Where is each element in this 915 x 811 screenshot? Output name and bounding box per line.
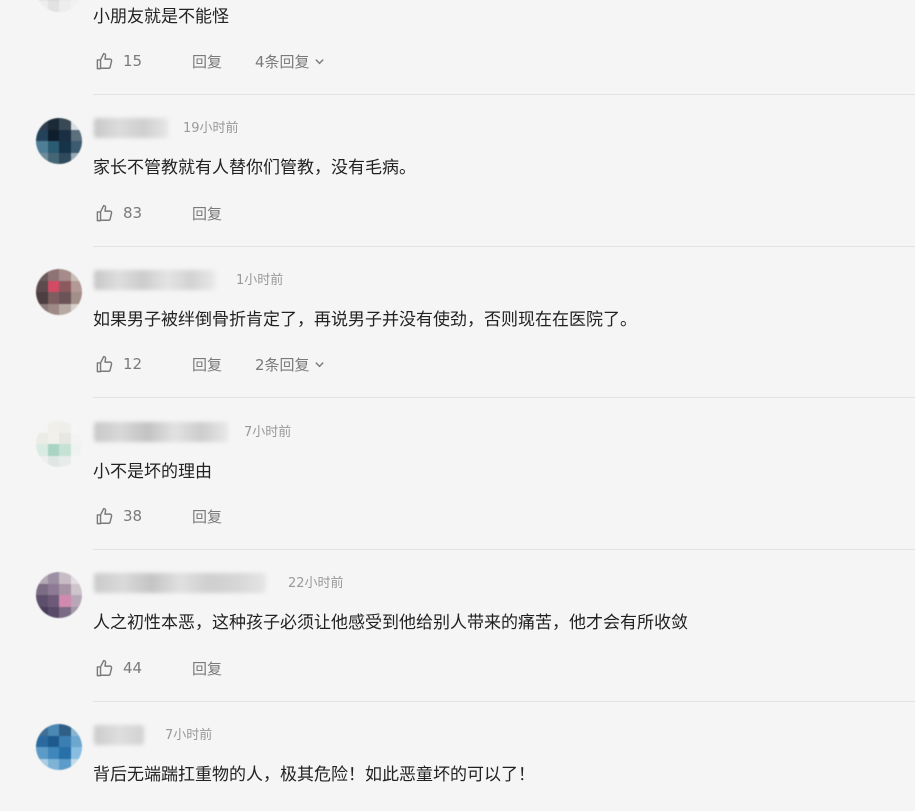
comment-list: 小朋友就是不能怪 15 回复 4条回复 19小时前 家长不管教就有人替你们管教，… xyxy=(0,0,915,811)
like-button[interactable]: 44 xyxy=(95,659,142,678)
like-count: 44 xyxy=(123,659,143,677)
avatar[interactable] xyxy=(36,118,82,164)
comment-time: 1小时前 xyxy=(236,273,284,288)
avatar[interactable] xyxy=(36,572,82,618)
chevron-down-icon xyxy=(314,58,324,64)
like-count: 38 xyxy=(123,507,143,525)
comment-text: 背后无端踹扛重物的人，极其危险！如此恶童坏的可以了！ xyxy=(93,765,535,785)
like-count: 15 xyxy=(123,52,143,70)
comment-text: 人之初性本恶，这种孩子必须让他感受到他给别人带来的痛苦，他才会有所收敛 xyxy=(93,613,688,633)
comment-text: 小不是坏的理由 xyxy=(93,462,212,482)
username-blurred[interactable] xyxy=(94,422,228,442)
like-count: 12 xyxy=(123,355,143,373)
comment-actions: 12 回复 2条回复 xyxy=(95,354,324,374)
thumbs-up-icon xyxy=(96,507,113,524)
like-count: 83 xyxy=(123,204,143,222)
comment-actions: 83 回复 xyxy=(95,203,222,223)
divider xyxy=(93,397,915,398)
view-replies-button[interactable]: 2条回复 xyxy=(255,354,325,375)
comment-actions: 44 回复 xyxy=(95,658,222,678)
divider xyxy=(93,246,915,247)
like-button[interactable]: 38 xyxy=(95,507,142,526)
comment-time: 19小时前 xyxy=(183,121,239,136)
comment-text: 如果男子被绊倒骨折肯定了，再说男子并没有使劲，否则现在在医院了。 xyxy=(93,310,637,330)
avatar[interactable] xyxy=(36,421,82,467)
divider xyxy=(93,701,915,702)
view-replies-button[interactable]: 4条回复 xyxy=(255,51,325,72)
reply-count-label: 2条回复 xyxy=(255,355,310,374)
thumbs-up-icon xyxy=(96,659,113,676)
comment-actions: 38 回复 xyxy=(95,506,222,526)
comment-time: 22小时前 xyxy=(288,576,344,591)
comment-time: 7小时前 xyxy=(165,728,213,743)
like-button[interactable]: 15 xyxy=(95,52,142,71)
reply-button[interactable]: 回复 xyxy=(192,51,222,72)
avatar[interactable] xyxy=(36,724,82,770)
avatar[interactable] xyxy=(36,269,82,315)
username-blurred[interactable] xyxy=(94,118,168,138)
reply-count-label: 4条回复 xyxy=(255,52,310,71)
thumbs-up-icon xyxy=(96,204,113,221)
reply-button[interactable]: 回复 xyxy=(192,658,222,679)
reply-button[interactable]: 回复 xyxy=(192,506,222,527)
username-blurred[interactable] xyxy=(94,573,266,593)
comment-actions: 15 回复 4条回复 xyxy=(95,51,324,71)
comment-text: 家长不管教就有人替你们管教，没有毛病。 xyxy=(93,158,416,178)
comment-text: 小朋友就是不能怪 xyxy=(93,7,229,27)
divider xyxy=(93,94,915,95)
reply-button[interactable]: 回复 xyxy=(192,354,222,375)
thumbs-up-icon xyxy=(96,52,113,69)
chevron-down-icon xyxy=(314,361,324,367)
divider xyxy=(93,549,915,550)
thumbs-up-icon xyxy=(96,355,113,372)
like-button[interactable]: 12 xyxy=(95,355,142,374)
like-button[interactable]: 83 xyxy=(95,204,142,223)
comment-time: 7小时前 xyxy=(244,425,292,440)
username-blurred[interactable] xyxy=(94,725,144,745)
avatar[interactable] xyxy=(36,0,82,12)
reply-button[interactable]: 回复 xyxy=(192,203,222,224)
username-blurred[interactable] xyxy=(94,270,216,290)
